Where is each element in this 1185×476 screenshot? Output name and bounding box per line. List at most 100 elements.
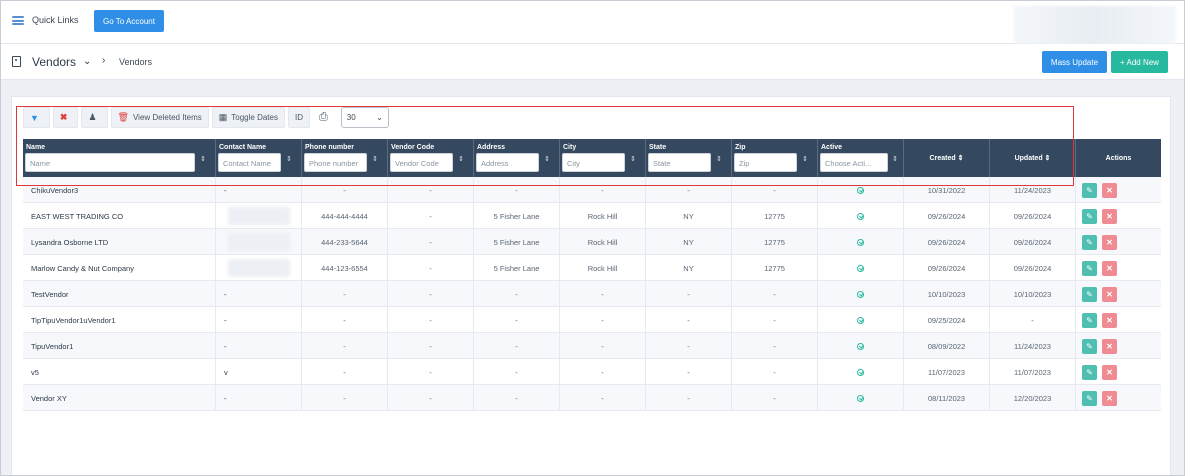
pencil-icon[interactable]: ✎ bbox=[1082, 312, 1097, 328]
cell-code: - bbox=[388, 177, 474, 203]
pencil-icon[interactable]: ✎ bbox=[1082, 234, 1097, 250]
state-filter-input[interactable]: State bbox=[648, 153, 711, 172]
cell-contact: - bbox=[216, 307, 302, 333]
col-zip: Zip Zip ⇕ bbox=[732, 139, 818, 177]
toggle-dates-button[interactable]: ▦ Toggle Dates bbox=[211, 107, 285, 128]
pencil-icon[interactable]: ✎ bbox=[1082, 260, 1097, 276]
cell-phone: - bbox=[302, 385, 388, 411]
page-size-select[interactable]: 30 ⌄ bbox=[340, 107, 389, 128]
phone-filter-input[interactable]: Phone number bbox=[304, 153, 367, 172]
col-phone: Phone number Phone number ⇕ bbox=[302, 139, 388, 177]
close-icon[interactable]: ✕ bbox=[1102, 286, 1117, 302]
check-circle-icon bbox=[857, 394, 864, 402]
add-new-button[interactable]: + Add New bbox=[1111, 51, 1168, 73]
sort-icon[interactable]: ⇕ bbox=[200, 155, 206, 163]
pencil-icon[interactable]: ✎ bbox=[1082, 390, 1097, 406]
sort-icon[interactable]: ⇕ bbox=[372, 155, 378, 163]
sort-icon[interactable]: ⇕ bbox=[286, 155, 292, 163]
cell-city: - bbox=[560, 385, 646, 411]
close-icon[interactable]: ✕ bbox=[1102, 312, 1117, 328]
table-row[interactable]: TipuVendor1- - - - - - -08/09/2022 11/24/2023 ✎ ✕ bbox=[23, 333, 1161, 359]
redacted-contact bbox=[227, 233, 290, 251]
close-icon[interactable]: ✕ bbox=[1102, 364, 1117, 380]
cell-city: - bbox=[560, 359, 646, 385]
zip-filter-input[interactable]: Zip bbox=[734, 153, 797, 172]
check-circle-icon bbox=[857, 238, 864, 246]
cell-name: TipTipuVendor1uVendor1 bbox=[23, 307, 216, 333]
cell-updated: 11/24/2023 bbox=[990, 177, 1076, 203]
address-filter-input[interactable]: Address bbox=[476, 153, 539, 172]
table-row[interactable]: ChikuVendor3- - - - - - -10/31/2022 11/24/2023 ✎… bbox=[23, 177, 1161, 203]
sort-icon[interactable]: ⇕ bbox=[716, 155, 722, 163]
sort-icon[interactable]: ⇕ bbox=[544, 155, 550, 163]
user-area bbox=[1014, 6, 1176, 44]
cell-name: Marlow Candy & Nut Company bbox=[23, 255, 216, 281]
close-icon[interactable]: ✕ bbox=[1102, 234, 1117, 250]
sort-icon[interactable]: ⇕ bbox=[458, 155, 464, 163]
cell-contact: - bbox=[216, 281, 302, 307]
pencil-icon[interactable]: ✎ bbox=[1082, 208, 1097, 224]
sort-icon[interactable]: ⇕ bbox=[802, 155, 808, 163]
cell-city: Rock Hill bbox=[560, 203, 646, 229]
contact-filter-input[interactable]: Contact Name bbox=[218, 153, 281, 172]
menu-icon[interactable] bbox=[12, 16, 24, 25]
close-icon[interactable]: ✕ bbox=[1102, 260, 1117, 276]
col-created[interactable]: Created ⇕ bbox=[904, 139, 990, 177]
col-updated[interactable]: Updated ⇕ bbox=[990, 139, 1076, 177]
pencil-icon[interactable]: ✎ bbox=[1082, 286, 1097, 302]
close-icon[interactable]: ✕ bbox=[1102, 208, 1117, 224]
cell-name: TipuVendor1 bbox=[23, 333, 216, 359]
table-row[interactable]: TipTipuVendor1uVendor1- - - - - - -09/25/2024-… bbox=[23, 307, 1161, 333]
breadcrumb[interactable]: Vendors bbox=[119, 57, 152, 67]
clear-filter-button[interactable]: ✖ bbox=[52, 107, 79, 128]
name-filter-input[interactable]: Name bbox=[25, 153, 195, 172]
sort-icon[interactable]: ⇕ bbox=[892, 155, 898, 163]
page-title: Vendors bbox=[32, 55, 77, 69]
table-row[interactable]: Lysandra Osborne LTD 444-233-5644-5 Fishe… bbox=[23, 229, 1161, 255]
toggle-dates-label: Toggle Dates bbox=[231, 113, 278, 122]
close-icon[interactable]: ✕ bbox=[1102, 390, 1117, 406]
cell-zip: - bbox=[732, 281, 818, 307]
cell-actions: ✎ ✕ bbox=[1076, 255, 1161, 281]
table-row[interactable]: Marlow Candy & Nut Company 444-123-6554-5… bbox=[23, 255, 1161, 281]
col-contact: Contact Name Contact Name ⇕ bbox=[216, 139, 302, 177]
cell-phone: 444-123-6554 bbox=[302, 255, 388, 281]
cell-address: 5 Fisher Lane bbox=[474, 255, 560, 281]
id-button[interactable]: ID bbox=[287, 107, 310, 128]
cell-address: - bbox=[474, 385, 560, 411]
filter-button[interactable]: ▼ bbox=[23, 107, 50, 128]
sort-icon[interactable]: ⇕ bbox=[630, 155, 636, 163]
cell-state: - bbox=[646, 385, 732, 411]
cell-address: 5 Fisher Lane bbox=[474, 229, 560, 255]
active-filter-select[interactable]: Choose Acti... bbox=[820, 153, 888, 172]
quick-links-label[interactable]: Quick Links bbox=[32, 15, 79, 25]
cell-phone: - bbox=[302, 307, 388, 333]
view-deleted-button[interactable]: 🗑 View Deleted Items bbox=[110, 107, 209, 128]
close-icon[interactable]: ✕ bbox=[1102, 182, 1117, 198]
view-deleted-label: View Deleted Items bbox=[132, 113, 202, 122]
table-row[interactable]: TestVendor - - - - - - -10/10/2023 10/10/2023 ✎ ✕ bbox=[23, 281, 1161, 307]
cell-name: v5 bbox=[23, 359, 216, 385]
cell-created: 11/07/2023 bbox=[904, 359, 990, 385]
pencil-icon[interactable]: ✎ bbox=[1082, 364, 1097, 380]
table-row[interactable]: EAST WEST TRADING CO 444-444-4444-5 Fishe… bbox=[23, 203, 1161, 229]
table-row[interactable]: v5 v - - - - - -11/07/2023 11/07/2023 ✎ ✕ bbox=[23, 359, 1161, 385]
pencil-icon[interactable]: ✎ bbox=[1082, 182, 1097, 198]
cell-actions: ✎ ✕ bbox=[1076, 307, 1161, 333]
print-button[interactable]: ⎙ bbox=[312, 107, 338, 128]
table-row[interactable]: Vendor XY - - - - - - -08/11/2023 12/20/2023 ✎ ✕ bbox=[23, 385, 1161, 411]
cell-created: 09/26/2024 bbox=[904, 255, 990, 281]
city-filter-input[interactable]: City bbox=[562, 153, 625, 172]
close-icon[interactable]: ✕ bbox=[1102, 338, 1117, 354]
chevron-down-icon[interactable]: ⌄ bbox=[83, 56, 91, 67]
go-to-account-button[interactable]: Go To Account bbox=[94, 10, 164, 32]
vendor-code-filter-input[interactable]: Vendor Code bbox=[390, 153, 453, 172]
export-button[interactable]: ♟ bbox=[81, 107, 108, 128]
cell-code: - bbox=[388, 255, 474, 281]
col-vendor-code: Vendor Code Vendor Code ⇕ bbox=[388, 139, 474, 177]
mass-update-button[interactable]: Mass Update bbox=[1042, 51, 1107, 73]
check-circle-icon bbox=[857, 264, 864, 272]
cell-contact: - bbox=[216, 333, 302, 359]
pencil-icon[interactable]: ✎ bbox=[1082, 338, 1097, 354]
cell-updated: 11/07/2023 bbox=[990, 359, 1076, 385]
